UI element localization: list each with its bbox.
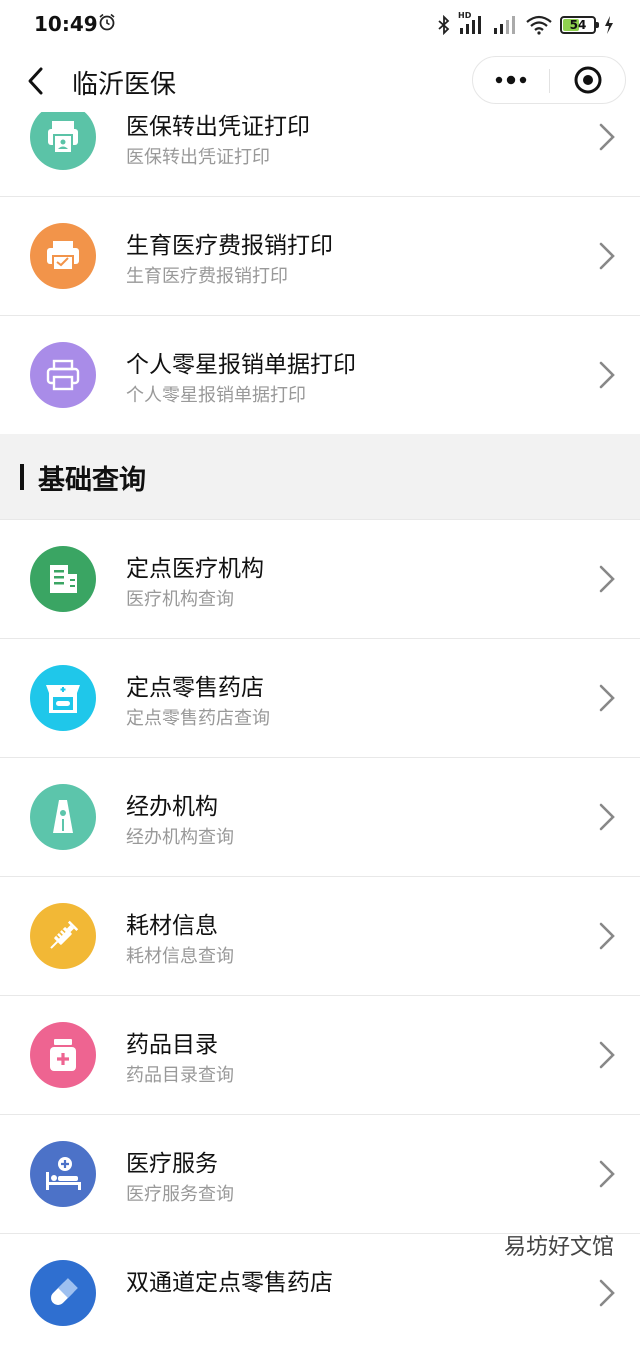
chevron-right-icon (599, 1279, 615, 1307)
item-title: 生育医疗费报销打印 (126, 233, 333, 259)
status-bar: 10:49 HD 54 (0, 0, 640, 50)
signal-strength-icon (460, 16, 481, 34)
section-header: 基础查询 (0, 434, 640, 520)
more-button[interactable] (473, 57, 549, 103)
item-icon-circle (30, 1141, 96, 1207)
item-title: 双通道定点零售药店 (126, 1270, 333, 1296)
item-title: 医疗服务 (126, 1151, 218, 1177)
item-title: 药品目录 (126, 1032, 218, 1058)
wifi-icon (526, 15, 552, 35)
medicine-bottle-icon (50, 1039, 76, 1071)
capsule-icon (51, 1278, 78, 1305)
item-icon-circle (30, 784, 96, 850)
item-subtitle: 药品目录查询 (126, 1065, 234, 1086)
item-subtitle: 医保转出凭证打印 (126, 147, 270, 168)
item-icon-circle (30, 665, 96, 731)
list-item[interactable]: 耗材信息 耗材信息查询 (0, 877, 640, 996)
item-title: 定点医疗机构 (126, 556, 264, 582)
item-subtitle: 耗材信息查询 (126, 946, 234, 967)
list-item[interactable]: 定点零售药店 定点零售药店查询 (0, 639, 640, 758)
charging-icon (605, 16, 613, 34)
target-circle-icon (574, 66, 602, 94)
item-icon-circle (30, 903, 96, 969)
section-title: 基础查询 (38, 465, 146, 496)
chevron-right-icon (599, 123, 615, 151)
tower-icon (53, 800, 73, 833)
item-subtitle: 生育医疗费报销打印 (126, 266, 288, 287)
item-subtitle: 医疗服务查询 (126, 1184, 234, 1205)
status-time: 10:49 (34, 12, 98, 36)
chevron-right-icon (599, 1160, 615, 1188)
item-icon-circle (30, 1260, 96, 1326)
syringe-icon (50, 920, 79, 949)
watermark: 易坊好文馆 (503, 1235, 614, 1260)
chevron-right-icon (599, 684, 615, 712)
item-title: 定点零售药店 (126, 675, 264, 701)
item-icon-circle (30, 546, 96, 612)
item-title: 经办机构 (126, 794, 218, 820)
item-icon-circle (30, 104, 96, 170)
list-item[interactable]: 生育医疗费报销打印 生育医疗费报销打印 (0, 197, 640, 316)
chevron-right-icon (599, 242, 615, 270)
navigation-bar: 临沂医保 (0, 50, 640, 112)
page-title: 临沂医保 (72, 70, 177, 100)
miniprogram-capsule (472, 56, 626, 104)
close-miniprogram-button[interactable] (550, 57, 626, 103)
printer-icon (47, 241, 79, 271)
item-subtitle: 医疗机构查询 (126, 589, 234, 610)
item-title: 医保转出凭证打印 (126, 114, 310, 140)
signal-hd: HD (458, 11, 484, 36)
chevron-right-icon (599, 1041, 615, 1069)
printer-icon (46, 359, 80, 391)
hospital-bed-icon (46, 1157, 81, 1190)
item-subtitle: 定点零售药店查询 (126, 708, 270, 729)
item-icon-circle (30, 1022, 96, 1088)
service-list: 医保转出凭证打印 医保转出凭证打印 生育医疗费报销打印 生育医疗费报销打印 个人… (0, 78, 640, 1352)
printer-id-icon (48, 121, 78, 154)
pharmacy-icon (46, 685, 80, 713)
item-subtitle: 个人零星报销单据打印 (126, 385, 306, 406)
list-item[interactable]: 药品目录 药品目录查询 (0, 996, 640, 1115)
list-item[interactable]: 医疗服务 医疗服务查询 (0, 1115, 640, 1234)
chevron-right-icon (599, 922, 615, 950)
item-icon-circle (30, 342, 96, 408)
item-title: 耗材信息 (126, 913, 218, 939)
list-item[interactable]: 定点医疗机构 医疗机构查询 (0, 520, 640, 639)
back-arrow-icon[interactable] (22, 63, 50, 99)
chevron-right-icon (599, 565, 615, 593)
chevron-right-icon (599, 361, 615, 389)
battery-level: 54 (569, 18, 587, 32)
battery-cap (596, 22, 599, 28)
chevron-right-icon (599, 803, 615, 831)
section-accent-bar (20, 464, 24, 490)
building-icon (50, 565, 77, 593)
item-title: 个人零星报销单据打印 (126, 352, 356, 378)
list-item[interactable]: 个人零星报销单据打印 个人零星报销单据打印 (0, 316, 640, 434)
more-dots-icon (495, 75, 527, 85)
item-icon-circle (30, 223, 96, 289)
battery-indicator: 54 (560, 16, 599, 34)
item-subtitle: 经办机构查询 (126, 827, 234, 848)
signal-strength-icon-2 (494, 16, 515, 34)
alarm-icon (99, 13, 115, 31)
bluetooth-icon (438, 15, 450, 35)
list-item[interactable]: 经办机构 经办机构查询 (0, 758, 640, 877)
